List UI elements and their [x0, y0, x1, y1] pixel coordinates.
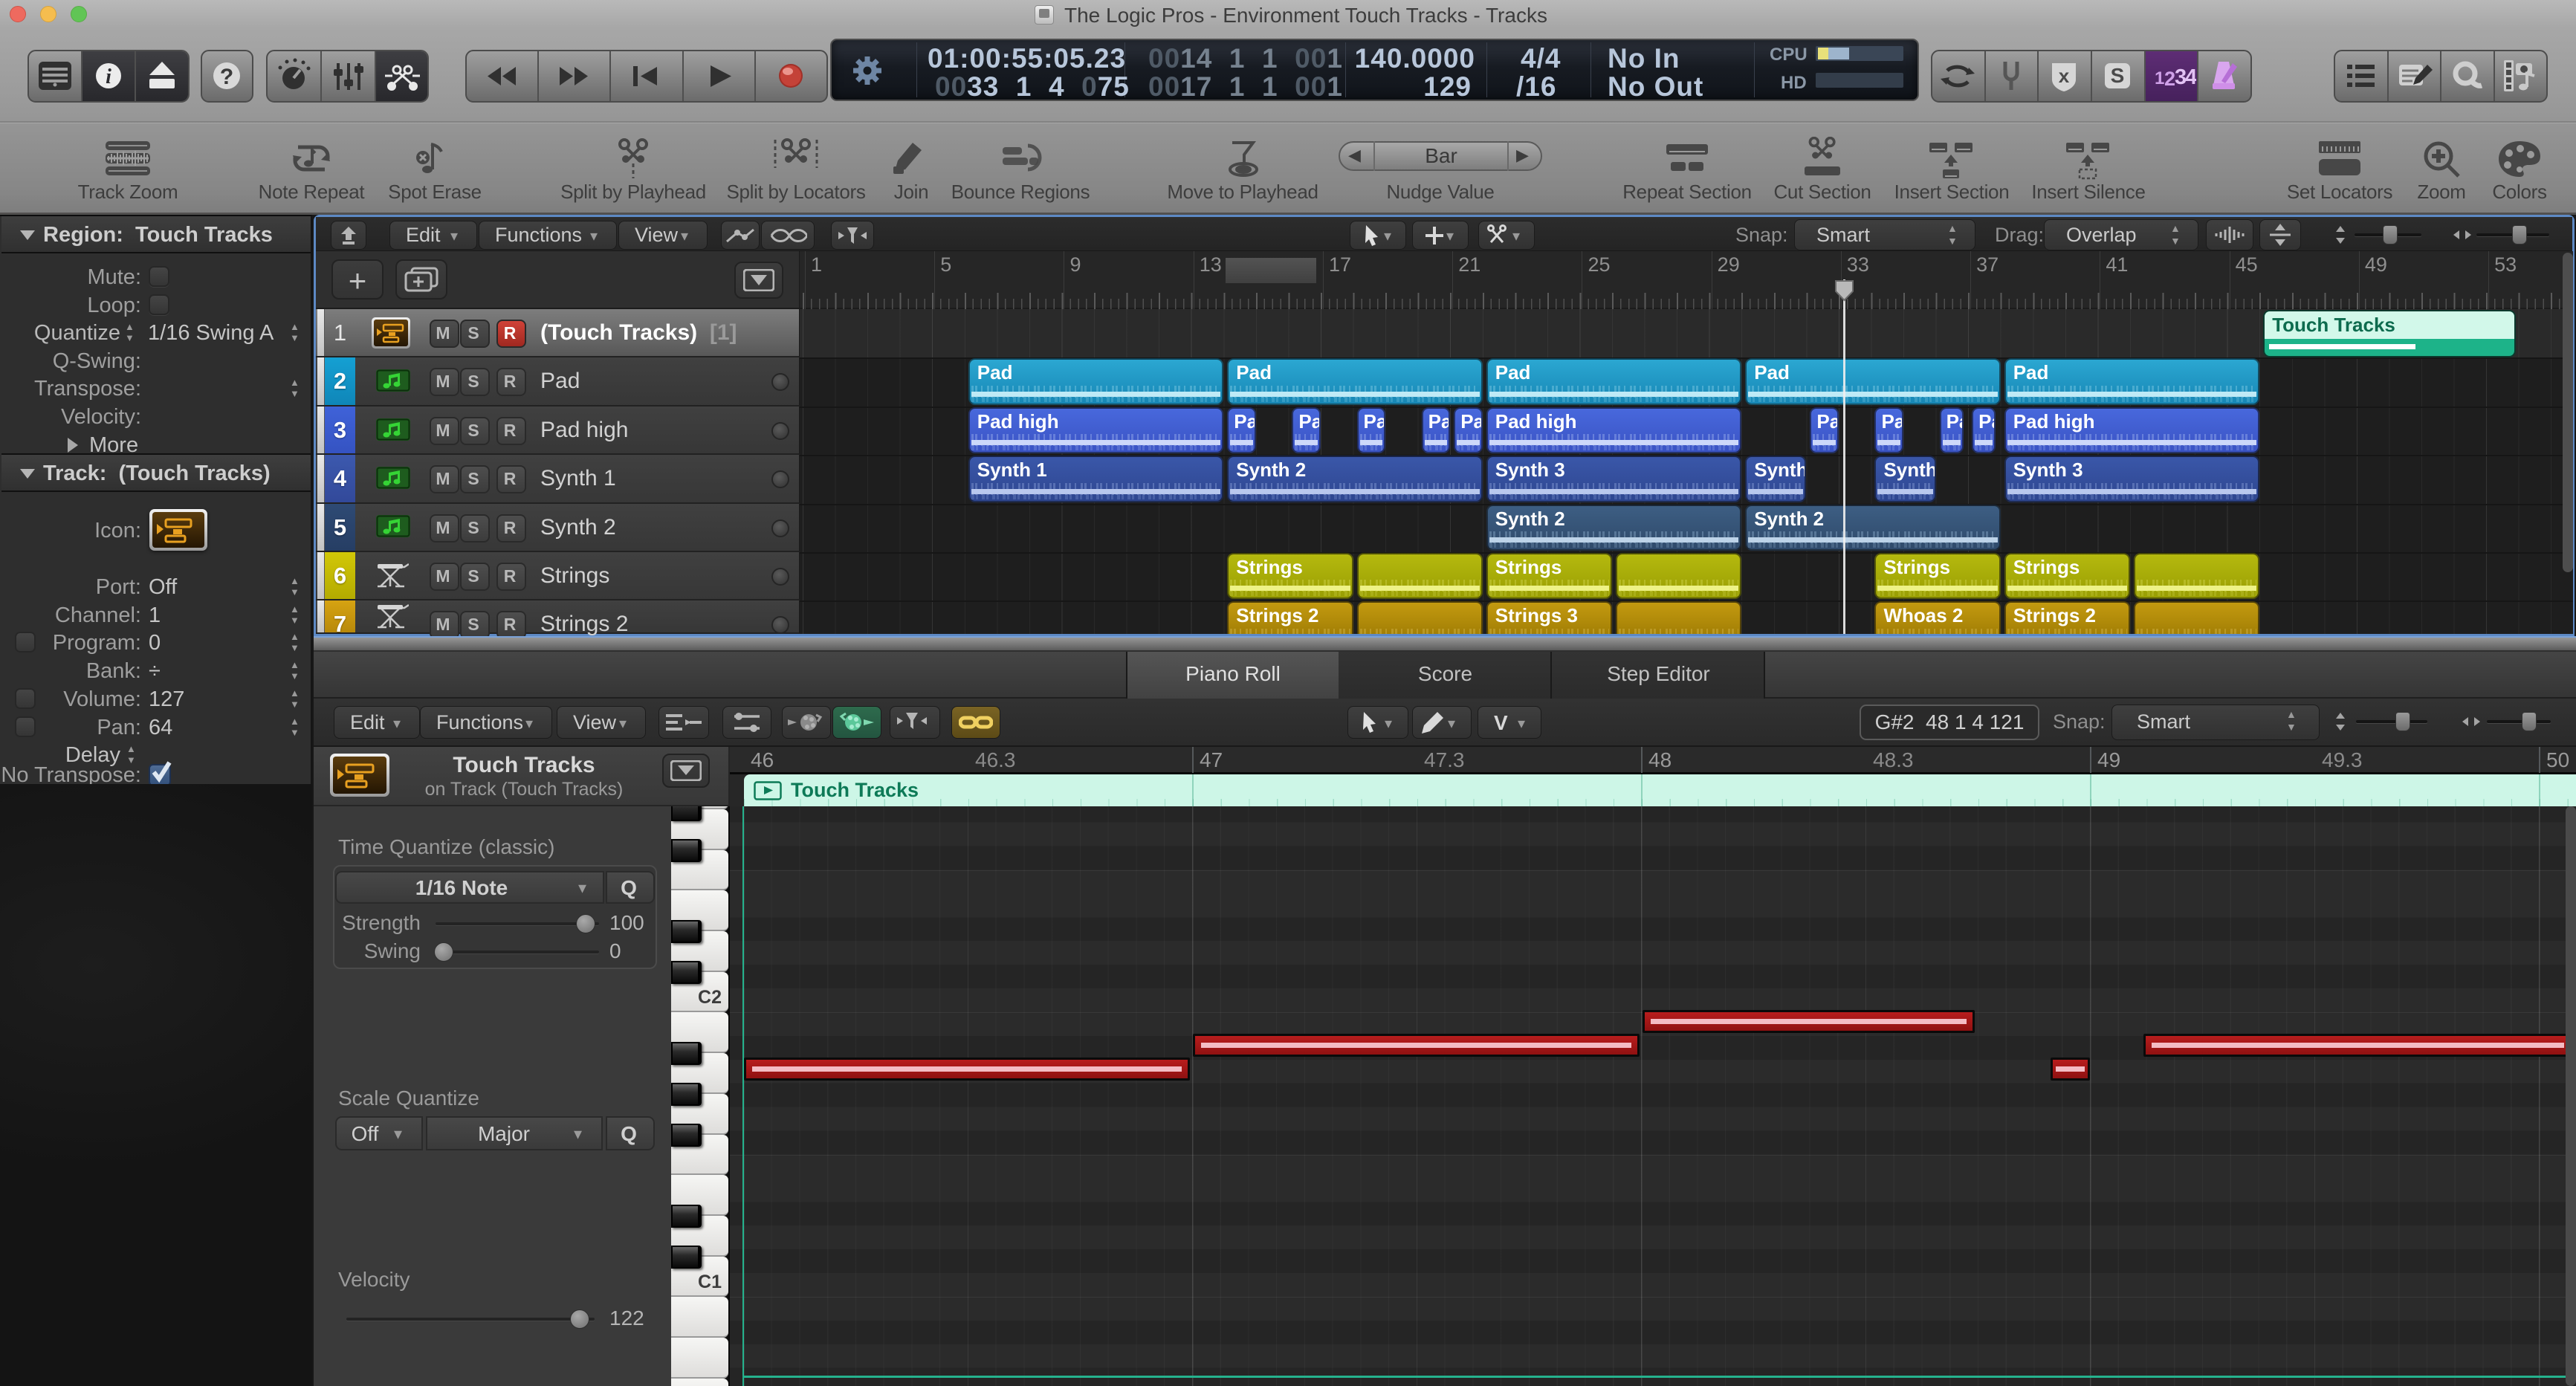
svg-text:2: 2 — [2164, 68, 2175, 90]
svg-text:i: i — [106, 65, 111, 88]
svg-text:S: S — [2111, 64, 2125, 87]
svg-text:4: 4 — [2185, 65, 2196, 89]
svg-text:x: x — [2059, 65, 2070, 87]
svg-text:1: 1 — [2155, 68, 2164, 88]
svg-text:V: V — [1494, 711, 1508, 734]
svg-text:?: ? — [220, 65, 233, 89]
